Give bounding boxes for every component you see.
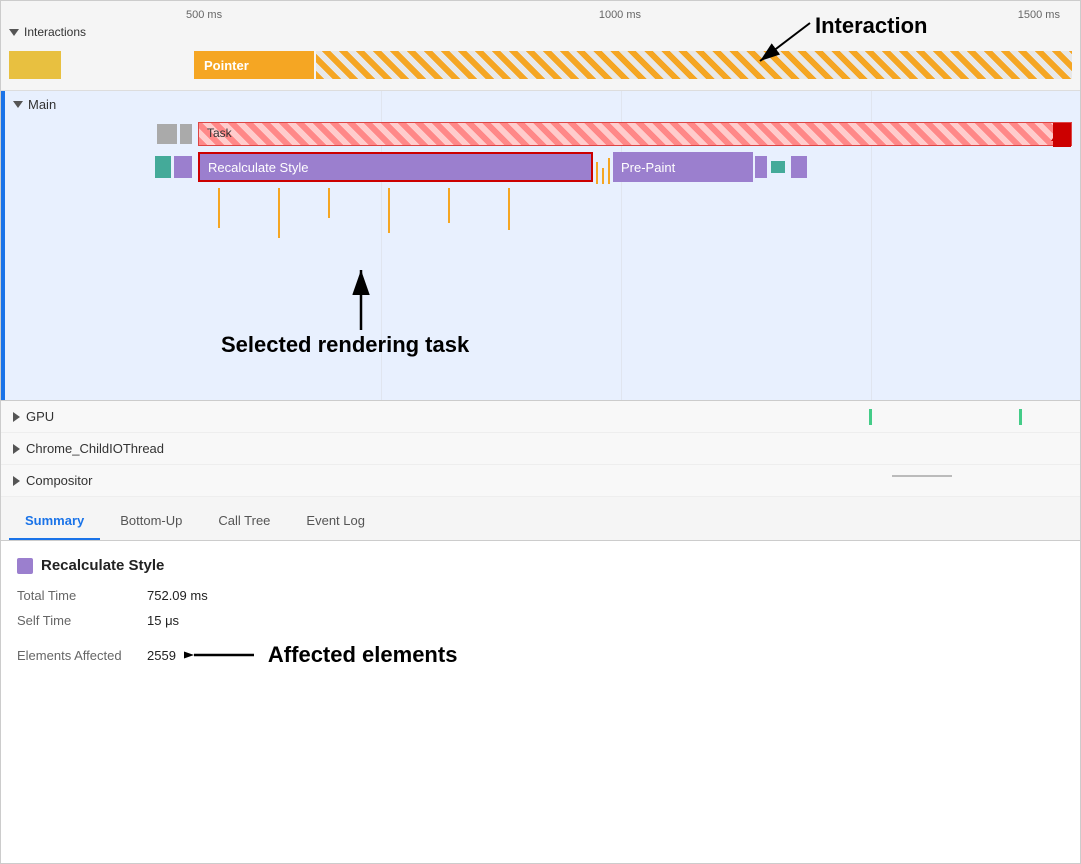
purple-end: [791, 156, 807, 178]
tick-d: [388, 188, 390, 233]
total-time-value: 752.09 ms: [147, 588, 208, 603]
compositor-label: Compositor: [26, 473, 92, 488]
interactions-panel: 500 ms 1000 ms 1500 ms Interactions Poin…: [1, 1, 1080, 91]
elements-affected-value: 2559: [147, 648, 176, 663]
purple-small: [174, 156, 192, 178]
tab-bottom-up[interactable]: Bottom-Up: [104, 503, 198, 540]
self-time-row: Self Time 15 μs: [17, 613, 1064, 628]
selected-rendering-arrow: [301, 260, 421, 340]
gpu-green-bar2: [1019, 409, 1022, 425]
time-mark-500: 500 ms: [186, 9, 222, 21]
elements-affected-row: Elements Affected 2559 Affected elements: [17, 640, 1064, 670]
main-label: Main: [28, 97, 56, 112]
main-header: Main: [1, 91, 1080, 118]
gpu-green-bar: [869, 409, 872, 425]
task-label: Task: [207, 126, 232, 140]
affected-elements-arrow: [184, 640, 264, 670]
compositor-bar: [892, 475, 952, 477]
purple-after: [755, 156, 767, 178]
compositor-row[interactable]: Compositor: [1, 465, 1080, 497]
summary-panel: Recalculate Style Total Time 752.09 ms S…: [1, 541, 1080, 686]
gpu-row[interactable]: GPU: [1, 401, 1080, 433]
interactions-collapse-icon[interactable]: [9, 29, 19, 36]
recalculate-block[interactable]: Recalculate Style: [198, 152, 593, 182]
total-time-row: Total Time 752.09 ms: [17, 588, 1064, 603]
prepaint-label: Pre-Paint: [621, 160, 675, 175]
orange-tick-1: [596, 162, 598, 184]
green-small: [155, 156, 171, 178]
gpu-label: GPU: [26, 409, 54, 424]
tick-b: [278, 188, 280, 238]
orange-tick-2: [602, 168, 604, 184]
main-panel: Main Task: [1, 91, 1080, 401]
summary-title-row: Recalculate Style: [17, 557, 1064, 574]
gray-block-1: [157, 124, 177, 144]
self-time-label: Self Time: [17, 613, 147, 628]
task-block[interactable]: Task: [198, 122, 1072, 146]
gpu-collapse-icon[interactable]: [13, 412, 20, 422]
tab-call-tree[interactable]: Call Tree: [202, 503, 286, 540]
tab-summary[interactable]: Summary: [9, 503, 100, 540]
gray-block-2: [180, 124, 192, 144]
green-after: [771, 161, 785, 173]
tick-f: [508, 188, 510, 230]
selected-rendering-annotation: Selected rendering task: [301, 260, 421, 340]
interaction-bar: [316, 51, 1072, 79]
selected-rendering-text: Selected rendering task: [221, 332, 469, 358]
prepaint-block[interactable]: Pre-Paint: [613, 152, 753, 182]
compositor-collapse-icon[interactable]: [13, 476, 20, 486]
interactions-label: Interactions: [24, 25, 86, 39]
recalc-color-swatch: [17, 558, 33, 574]
self-time-value: 15 μs: [147, 613, 179, 628]
tick-a: [218, 188, 220, 228]
tick-e: [448, 188, 450, 223]
main-collapse-icon[interactable]: [13, 101, 23, 108]
tab-event-log[interactable]: Event Log: [290, 503, 381, 540]
pointer-text-block: Pointer: [194, 51, 314, 79]
red-corner: [1053, 123, 1071, 147]
child-io-collapse-icon[interactable]: [13, 444, 20, 454]
child-io-label: Chrome_ChildIOThread: [26, 441, 164, 456]
time-mark-1000: 1000 ms: [599, 9, 641, 21]
orange-tick-3: [608, 158, 610, 184]
tabs-bar: Summary Bottom-Up Call Tree Event Log: [1, 497, 1080, 541]
total-time-label: Total Time: [17, 588, 147, 603]
tick-c: [328, 188, 330, 218]
affected-elements-annotation: Affected elements: [268, 642, 458, 668]
child-io-row[interactable]: Chrome_ChildIOThread: [1, 433, 1080, 465]
time-mark-1500: 1500 ms: [1018, 9, 1060, 21]
summary-title-text: Recalculate Style: [41, 557, 164, 574]
pointer-yellow-block: [9, 51, 61, 79]
elements-affected-label: Elements Affected: [17, 648, 147, 663]
recalculate-label: Recalculate Style: [208, 160, 308, 175]
